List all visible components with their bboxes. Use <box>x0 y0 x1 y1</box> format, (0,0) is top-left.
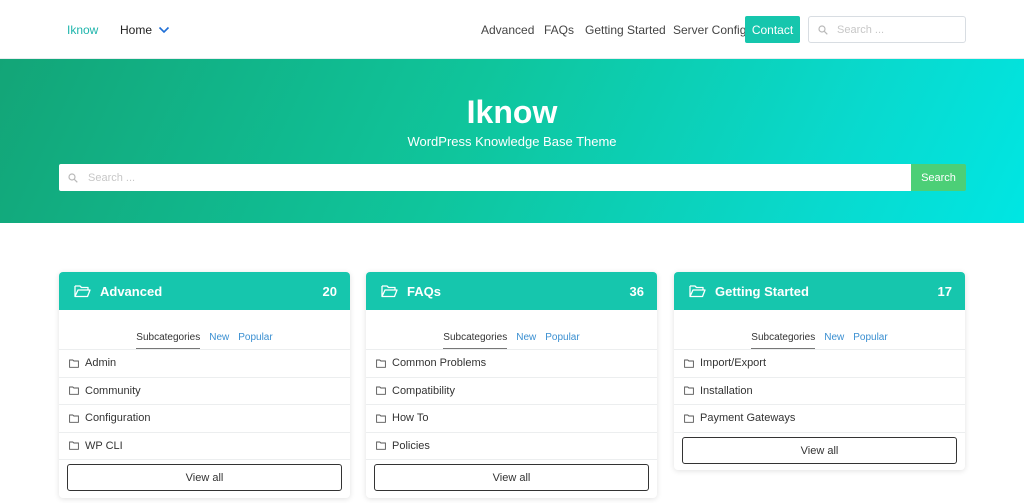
brand-logo-link[interactable]: Iknow <box>67 23 98 37</box>
list-item-label: Admin <box>85 357 117 370</box>
nav-link-server-config[interactable]: Server Config <box>673 23 746 37</box>
card-title: Getting Started <box>715 283 809 299</box>
list-item-label: How To <box>392 412 429 425</box>
list-item-label: Compatibility <box>392 384 455 397</box>
hero-search-placeholder: Search ... <box>88 171 136 184</box>
list-item-label: Configuration <box>85 412 151 425</box>
folder-icon <box>69 359 79 368</box>
folder-open-icon <box>689 285 706 298</box>
tab-new[interactable]: New <box>209 332 229 349</box>
list-item-label: Policies <box>392 439 430 452</box>
card-header[interactable]: Advanced 20 <box>59 272 350 310</box>
list-item[interactable]: Community <box>59 378 350 405</box>
list-item-label: Payment Gateways <box>700 412 796 425</box>
search-icon <box>818 24 828 35</box>
tab-subcategories[interactable]: Subcategories <box>751 332 816 349</box>
view-all-button[interactable]: View all <box>374 464 649 491</box>
top-navbar: Iknow Home Advanced FAQs Getting Started… <box>0 0 1024 59</box>
list-item[interactable]: Payment Gateways <box>674 405 965 433</box>
nav-link-getting-started[interactable]: Getting Started <box>585 23 666 37</box>
folder-icon <box>69 386 79 395</box>
list-item[interactable]: Compatibility <box>366 378 657 405</box>
view-all-button[interactable]: View all <box>67 464 342 491</box>
card-title: FAQs <box>407 283 441 299</box>
nav-link-advanced[interactable]: Advanced <box>481 23 534 37</box>
list-item-label: Common Problems <box>392 357 487 370</box>
hero-search-button[interactable]: Search <box>911 164 966 191</box>
list-item[interactable]: Admin <box>59 350 350 378</box>
folder-icon <box>376 414 386 423</box>
home-menu[interactable]: Home <box>120 23 170 37</box>
list-item-label: Installation <box>700 384 753 397</box>
list-item[interactable]: How To <box>366 405 657 433</box>
search-icon <box>68 172 78 183</box>
tab-new[interactable]: New <box>824 332 844 349</box>
folder-open-icon <box>381 285 398 298</box>
home-menu-label: Home <box>120 23 153 37</box>
hero-banner: Iknow WordPress Knowledge Base Theme Sea… <box>0 59 1024 223</box>
list-item[interactable]: Import/Export <box>674 350 965 378</box>
list-item-label: Community <box>85 384 141 397</box>
list-item[interactable]: WP CLI <box>59 433 350 460</box>
tab-subcategories[interactable]: Subcategories <box>136 332 201 349</box>
list-item-label: WP CLI <box>85 439 123 452</box>
folder-icon <box>376 386 386 395</box>
folder-icon <box>684 414 694 423</box>
tab-new[interactable]: New <box>516 332 536 349</box>
folder-icon <box>684 386 694 395</box>
hero-search-input[interactable]: Search ... <box>59 164 911 191</box>
card-header[interactable]: Getting Started 17 <box>674 272 965 310</box>
chevron-down-icon <box>158 26 170 34</box>
tab-popular[interactable]: Popular <box>853 332 887 349</box>
contact-button[interactable]: Contact <box>745 16 800 43</box>
card-count: 17 <box>937 283 952 299</box>
folder-icon <box>69 414 79 423</box>
header-search-placeholder: Search ... <box>837 23 885 36</box>
list-item[interactable]: Common Problems <box>366 350 657 378</box>
card-tabs: Subcategories New Popular <box>59 310 350 350</box>
nav-link-faqs[interactable]: FAQs <box>544 23 574 37</box>
hero-title: Iknow <box>466 94 558 130</box>
tab-popular[interactable]: Popular <box>545 332 579 349</box>
card-tabs: Subcategories New Popular <box>674 310 965 350</box>
folder-icon <box>684 359 694 368</box>
folder-icon <box>376 359 386 368</box>
card-tabs: Subcategories New Popular <box>366 310 657 350</box>
card-count: 20 <box>322 283 337 299</box>
folder-icon <box>376 441 386 450</box>
folder-icon <box>69 441 79 450</box>
list-item[interactable]: Installation <box>674 378 965 405</box>
list-item-label: Import/Export <box>700 357 767 370</box>
card-header[interactable]: FAQs 36 <box>366 272 657 310</box>
card-title: Advanced <box>100 283 163 299</box>
list-item[interactable]: Configuration <box>59 405 350 433</box>
header-search-input[interactable]: Search ... <box>808 16 966 43</box>
tab-subcategories[interactable]: Subcategories <box>443 332 508 349</box>
list-item[interactable]: Policies <box>366 433 657 460</box>
tab-popular[interactable]: Popular <box>238 332 272 349</box>
folder-open-icon <box>74 285 91 298</box>
card-count: 36 <box>629 283 644 299</box>
category-card-getting-started: Getting Started 17 Subcategories New Pop… <box>674 272 965 470</box>
hero-subtitle: WordPress Knowledge Base Theme <box>407 134 617 149</box>
category-card-advanced: Advanced 20 Subcategories New Popular Ad… <box>59 272 350 498</box>
view-all-button[interactable]: View all <box>682 437 957 464</box>
category-card-faqs: FAQs 36 Subcategories New Popular Common… <box>366 272 657 498</box>
